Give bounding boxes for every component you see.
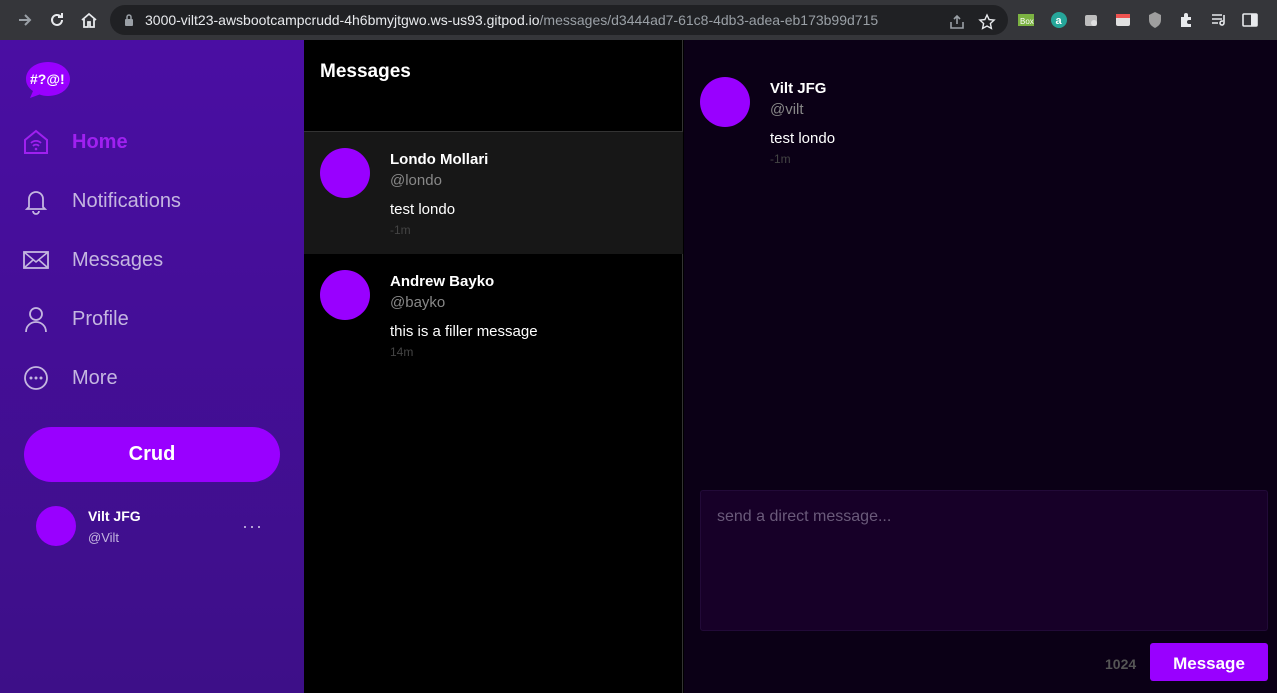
group-handle: @bayko <box>390 294 446 311</box>
direct-message-input[interactable] <box>700 490 1268 631</box>
avatar <box>320 148 370 198</box>
crud-button[interactable]: Crud <box>24 427 280 482</box>
group-time: 14m <box>390 345 414 359</box>
media-queue-icon[interactable] <box>1209 10 1229 30</box>
profile-card[interactable]: Vilt JFG @Vilt ··· <box>36 506 276 550</box>
group-time: -1m <box>390 223 411 237</box>
group-name: Andrew Bayko <box>390 273 495 290</box>
home-icon <box>22 128 50 156</box>
side-panel-icon[interactable] <box>1240 10 1260 30</box>
message-group-item[interactable]: Andrew Bayko @bayko this is a filler mes… <box>304 254 683 376</box>
a-extension-icon[interactable]: a <box>1049 10 1069 30</box>
avatar <box>700 77 750 127</box>
home-page-icon[interactable] <box>78 9 100 31</box>
more-circle-icon <box>22 364 50 392</box>
sidebar-item-notifications[interactable]: Notifications <box>22 183 181 219</box>
sidebar-item-more[interactable]: More <box>22 360 118 396</box>
group-handle: @londo <box>390 172 442 189</box>
sidebar-item-label: More <box>72 366 118 389</box>
conversation-panel: Vilt JFG @vilt test londo -1m 1024 Messa… <box>684 40 1277 693</box>
user-icon <box>22 305 50 333</box>
box-extension-icon[interactable]: Box <box>1016 10 1036 30</box>
sidebar-item-label: Notifications <box>72 189 181 212</box>
bookmark-star-icon[interactable] <box>976 11 998 33</box>
url-host: 3000-vilt23-awsbootcampcrudd-4h6bmyjtgwo… <box>145 12 540 28</box>
message-text: test londo <box>770 130 836 147</box>
puzzle-extension-icon[interactable] <box>1177 10 1197 30</box>
bell-icon <box>22 187 50 215</box>
lock-icon[interactable] <box>122 13 136 27</box>
profile-more-button[interactable]: ··· <box>242 516 263 537</box>
sidebar-item-profile[interactable]: Profile <box>22 301 129 337</box>
envelope-icon <box>22 246 50 274</box>
sidebar-item-label: Home <box>72 130 128 153</box>
window-extension-icon[interactable] <box>1113 10 1133 30</box>
profile-name: Vilt JFG <box>88 508 141 524</box>
profile-handle: @Vilt <box>88 530 120 545</box>
url-path: /messages/d3444ad7-61c8-4db3-adea-eb173b… <box>539 12 879 28</box>
forward-icon[interactable] <box>14 9 36 31</box>
url-text[interactable]: 3000-vilt23-awsbootcampcrudd-4h6bmyjtgwo… <box>145 12 878 28</box>
group-last-message: test londo <box>390 201 456 218</box>
group-last-message: this is a filler message <box>390 323 538 340</box>
reload-icon[interactable] <box>46 9 68 31</box>
share-icon[interactable] <box>946 11 968 33</box>
message-author-handle: @vilt <box>770 101 804 118</box>
message-groups-panel: Messages Londo Mollari @londo test londo… <box>304 40 683 693</box>
browser-toolbar: 3000-vilt23-awsbootcampcrudd-4h6bmyjtgwo… <box>0 0 1277 40</box>
address-bar[interactable]: 3000-vilt23-awsbootcampcrudd-4h6bmyjtgwo… <box>110 5 1008 35</box>
sidebar-item-home[interactable]: Home <box>22 124 128 160</box>
message-author-name: Vilt JFG <box>770 80 827 97</box>
sidebar-item-messages[interactable]: Messages <box>22 242 163 278</box>
cookie-extension-icon[interactable] <box>1081 10 1101 30</box>
send-message-button[interactable]: Message <box>1150 643 1268 681</box>
message-time: -1m <box>770 152 791 166</box>
sidebar-item-label: Profile <box>72 307 129 330</box>
a-extension-label: a <box>1056 15 1063 27</box>
logo-text: #?@! <box>30 71 65 87</box>
avatar <box>36 506 76 546</box>
app-logo[interactable]: #?@! <box>24 60 72 100</box>
message-group-item[interactable]: Londo Mollari @londo test londo -1m <box>304 132 683 254</box>
page-title: Messages <box>320 61 411 82</box>
box-extension-label: Box <box>1020 17 1034 26</box>
group-name: Londo Mollari <box>390 151 489 168</box>
avatar <box>320 270 370 320</box>
sidebar-item-label: Messages <box>72 248 164 271</box>
shield-extension-icon[interactable] <box>1145 10 1165 30</box>
character-count: 1024 <box>1105 656 1137 672</box>
sidebar: #?@! Home Notifications Messages Profile… <box>0 40 304 693</box>
